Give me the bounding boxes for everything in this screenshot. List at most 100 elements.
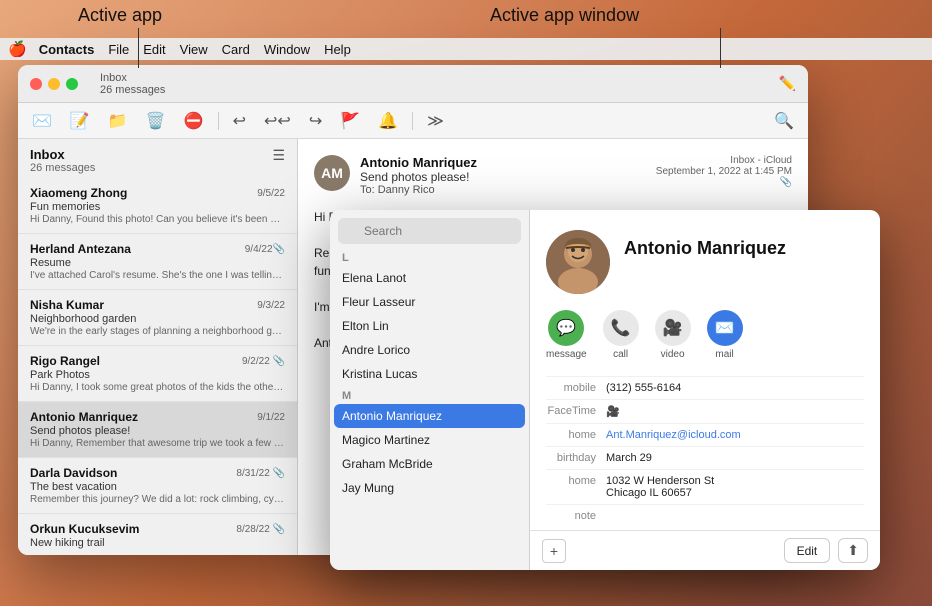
archive-icon[interactable]: 📁 bbox=[104, 109, 132, 133]
mail-label: mail bbox=[715, 349, 733, 360]
mail-sidebar: Inbox 26 messages ☰ Xiaomeng Zhong 9/5/2… bbox=[18, 139, 298, 555]
field-value-mobile: (312) 555-6164 bbox=[606, 382, 864, 394]
mail-item[interactable]: Darla Davidson 8/31/22 📎 The best vacati… bbox=[18, 458, 297, 514]
menu-help[interactable]: Help bbox=[324, 42, 351, 57]
mail-date: 9/4/22 📎 bbox=[245, 244, 285, 255]
field-label-facetime: FaceTime bbox=[546, 405, 606, 418]
video-action[interactable]: 🎥 video bbox=[655, 310, 691, 360]
minimize-button[interactable] bbox=[48, 78, 60, 90]
mail-subject: Send photos please! bbox=[30, 425, 285, 437]
sender-name: Antonio Manriquez bbox=[30, 410, 138, 424]
annotation-line-1 bbox=[138, 28, 139, 68]
contacts-bottom-bar: + Edit ⬆ bbox=[530, 530, 880, 570]
mail-action-icon: ✉️ bbox=[707, 310, 743, 346]
mail-item[interactable]: Rigo Rangel 9/2/22 📎 Park Photos Hi Dann… bbox=[18, 346, 297, 402]
menu-card[interactable]: Card bbox=[222, 42, 250, 57]
avatar-image bbox=[546, 230, 610, 294]
field-label-address: home bbox=[546, 475, 606, 499]
menu-file[interactable]: File bbox=[108, 42, 129, 57]
inbox-count: 26 messages bbox=[100, 84, 165, 96]
field-value-facetime: 🎥 bbox=[606, 405, 864, 418]
menu-window[interactable]: Window bbox=[264, 42, 310, 57]
video-label: video bbox=[661, 349, 685, 360]
inbox-title-label: Inbox bbox=[30, 147, 95, 162]
new-message-icon[interactable]: ✉️ bbox=[28, 109, 56, 133]
mail-inbox-label: Inbox - iCloud September 1, 2022 at 1:45… bbox=[656, 155, 792, 188]
call-icon: 📞 bbox=[603, 310, 639, 346]
contact-list-item[interactable]: Andre Lorico bbox=[330, 338, 529, 362]
contact-list-item[interactable]: Elton Lin bbox=[330, 314, 529, 338]
mail-preview: Hi Danny, Remember that awesome trip we … bbox=[30, 438, 285, 449]
contact-list-item[interactable]: Kristina Lucas bbox=[330, 362, 529, 386]
filter-icon[interactable]: ☰ bbox=[272, 147, 285, 164]
contact-list-item[interactable]: Elena Lanot bbox=[330, 266, 529, 290]
mail-subject: The best vacation bbox=[30, 481, 285, 493]
field-label-birthday: birthday bbox=[546, 452, 606, 464]
menu-view[interactable]: View bbox=[180, 42, 208, 57]
junk-icon[interactable]: ⛔ bbox=[180, 109, 208, 133]
reply-all-icon[interactable]: ↩↩ bbox=[260, 109, 295, 133]
compose-icon[interactable]: 📝 bbox=[66, 109, 94, 133]
mail-item[interactable]: Nisha Kumar 9/3/22 Neighborhood garden W… bbox=[18, 290, 297, 346]
menu-edit[interactable]: Edit bbox=[143, 42, 165, 57]
contact-field-mobile: mobile (312) 555-6164 bbox=[546, 376, 864, 399]
mail-preview: Remember this journey? We did a lot: roc… bbox=[30, 494, 285, 505]
mail-date: 9/3/22 bbox=[257, 300, 285, 311]
mail-item[interactable]: Herland Antezana 9/4/22 📎 Resume I've at… bbox=[18, 234, 297, 290]
more-icon[interactable]: ≫ bbox=[423, 109, 448, 133]
message-action[interactable]: 💬 message bbox=[546, 310, 587, 360]
toolbar-separator bbox=[218, 112, 219, 130]
flag-icon[interactable]: 🚩 bbox=[336, 109, 364, 133]
field-label-mobile: mobile bbox=[546, 382, 606, 394]
search-wrapper: 🔍 bbox=[338, 218, 521, 244]
avatar-svg bbox=[546, 230, 610, 294]
contact-list-item[interactable]: Fleur Lasseur bbox=[330, 290, 529, 314]
mail-date: 8/31/22 📎 bbox=[236, 468, 285, 479]
sender-name: Nisha Kumar bbox=[30, 298, 104, 312]
mail-item[interactable]: Xiaomeng Zhong 9/5/22 Fun memories Hi Da… bbox=[18, 178, 297, 234]
contact-list-item[interactable]: Jay Mung bbox=[330, 476, 529, 500]
mail-item[interactable]: Orkun Kucuksevim 8/28/22 📎 New hiking tr… bbox=[18, 514, 297, 555]
field-label-email: home bbox=[546, 429, 606, 441]
contact-list-item-selected[interactable]: Antonio Manriquez bbox=[334, 404, 525, 428]
toolbar-separator-2 bbox=[412, 112, 413, 130]
add-contact-button[interactable]: + bbox=[542, 539, 566, 563]
forward-icon[interactable]: ↪ bbox=[305, 109, 326, 133]
contacts-window: 🔍 L Elena Lanot Fleur Lasseur Elton Lin … bbox=[330, 210, 880, 570]
field-value-address: 1032 W Henderson StChicago IL 60657 bbox=[606, 475, 864, 499]
contact-list-item[interactable]: Graham McBride bbox=[330, 452, 529, 476]
mail-item-selected[interactable]: Antonio Manriquez 9/1/22 Send photos ple… bbox=[18, 402, 297, 458]
delete-icon[interactable]: 🗑️ bbox=[142, 109, 170, 133]
menu-contacts[interactable]: Contacts bbox=[39, 42, 95, 57]
close-button[interactable] bbox=[30, 78, 42, 90]
notification-icon[interactable]: 🔔 bbox=[374, 109, 402, 133]
mail-date: 9/1/22 bbox=[257, 412, 285, 423]
search-icon[interactable]: 🔍 bbox=[770, 109, 798, 133]
sender-name: Herland Antezana bbox=[30, 242, 131, 256]
sender-name: Darla Davidson bbox=[30, 466, 117, 480]
share-contact-button[interactable]: ⬆ bbox=[838, 538, 868, 563]
search-input[interactable] bbox=[338, 218, 521, 244]
compose-icon[interactable]: ✏️ bbox=[779, 75, 796, 92]
call-label: call bbox=[613, 349, 628, 360]
sender-name: Xiaomeng Zhong bbox=[30, 186, 127, 200]
sender-name: Rigo Rangel bbox=[30, 354, 100, 368]
maximize-button[interactable] bbox=[66, 78, 78, 90]
call-action[interactable]: 📞 call bbox=[603, 310, 639, 360]
contact-field-note: note bbox=[546, 504, 864, 527]
contact-list-item[interactable]: Magico Martinez bbox=[330, 428, 529, 452]
attachment-icon: 📎 bbox=[656, 177, 792, 188]
contact-action-buttons: 💬 message 📞 call 🎥 video ✉️ mail bbox=[546, 310, 864, 360]
contact-field-facetime: FaceTime 🎥 bbox=[546, 399, 864, 423]
field-value-note bbox=[606, 510, 864, 522]
mail-preview: Hi Danny, I took some great photos of th… bbox=[30, 382, 285, 393]
edit-contact-button[interactable]: Edit bbox=[784, 538, 831, 563]
reply-icon[interactable]: ↩ bbox=[229, 109, 250, 133]
field-value-email[interactable]: Ant.Manriquez@icloud.com bbox=[606, 429, 864, 441]
apple-menu-icon[interactable]: 🍎 bbox=[8, 40, 27, 58]
inbox-count-label: 26 messages bbox=[30, 162, 95, 174]
sidebar-header: Inbox 26 messages ☰ bbox=[18, 139, 297, 178]
mail-toolbar: ✉️ 📝 📁 🗑️ ⛔ ↩ ↩↩ ↪ 🚩 🔔 ≫ 🔍 bbox=[18, 103, 808, 139]
mail-action[interactable]: ✉️ mail bbox=[707, 310, 743, 360]
sender-avatar: AM bbox=[314, 155, 350, 191]
